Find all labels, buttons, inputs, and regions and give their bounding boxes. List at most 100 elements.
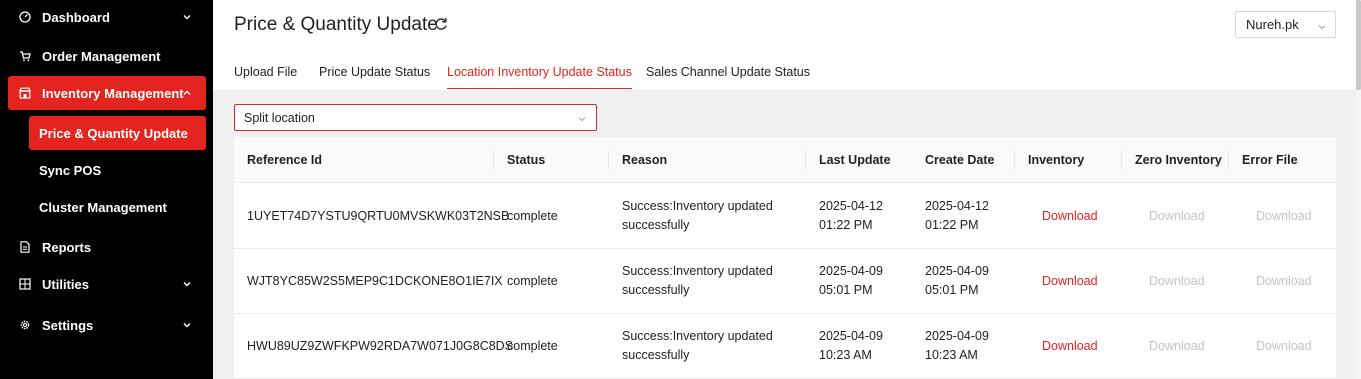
table-row: HWU89UZ9ZWFKPW92RDA7W071J0G8C8DS complet… bbox=[234, 314, 1336, 379]
reason-line: successfully bbox=[622, 348, 690, 362]
refresh-icon[interactable] bbox=[433, 16, 449, 32]
column-divider bbox=[493, 150, 494, 170]
sidebar-item-label: Dashboard bbox=[42, 9, 110, 25]
reference-id-cell: HWU89UZ9ZWFKPW92RDA7W071J0G8C8DS bbox=[247, 338, 514, 353]
last-update-cell: 2025-04-09 10:23 AM bbox=[819, 314, 883, 378]
sidebar-subitem-label: Price & Quantity Update bbox=[39, 125, 188, 141]
sidebar-subitem-cluster-management[interactable]: Cluster Management bbox=[29, 190, 206, 224]
store-icon bbox=[19, 87, 31, 99]
column-header-last-update: Last Update bbox=[819, 153, 891, 167]
reason-line: Success:Inventory updated bbox=[622, 199, 773, 213]
location-type-value: Split location bbox=[244, 110, 315, 125]
create-date-time: 10:23 AM bbox=[925, 348, 978, 362]
sidebar-item-order-management[interactable]: Order Management bbox=[8, 39, 206, 73]
create-date-date: 2025-04-09 bbox=[925, 329, 989, 343]
create-date-time: 05:01 PM bbox=[925, 283, 979, 297]
sidebar-item-settings[interactable]: Settings bbox=[8, 308, 206, 342]
inventory-download-link[interactable]: Download bbox=[1042, 207, 1098, 226]
page-title: Price & Quantity Update bbox=[234, 14, 438, 35]
zero-inventory-cell: Download bbox=[1149, 249, 1205, 313]
status-cell: complete bbox=[507, 338, 558, 353]
table-row: WJT8YC85W2S5MEP9C1DCKONE8O1IE7IX complet… bbox=[234, 249, 1336, 314]
scrollbar-thumb[interactable] bbox=[1356, 0, 1361, 90]
create-date-cell: 2025-04-09 10:23 AM bbox=[925, 314, 989, 378]
document-icon bbox=[19, 241, 31, 253]
sidebar-item-label: Utilities bbox=[42, 276, 89, 292]
sidebar: Dashboard Order Management Inventory Man… bbox=[0, 0, 213, 379]
column-divider bbox=[805, 150, 806, 170]
last-update-date: 2025-04-09 bbox=[819, 264, 883, 278]
tab-sales-channel-update-status[interactable]: Sales Channel Update Status bbox=[646, 58, 810, 89]
dashboard-icon bbox=[19, 11, 31, 23]
sidebar-subitem-sync-pos[interactable]: Sync POS bbox=[29, 153, 206, 187]
zero-inventory-cell: Download bbox=[1149, 314, 1205, 378]
sidebar-item-dashboard[interactable]: Dashboard bbox=[8, 0, 206, 34]
inventory-download-link[interactable]: Download bbox=[1042, 337, 1098, 356]
column-header-error-file: Error File bbox=[1242, 153, 1298, 167]
last-update-date: 2025-04-09 bbox=[819, 329, 883, 343]
tab-price-update-status[interactable]: Price Update Status bbox=[319, 58, 430, 89]
chevron-down-icon bbox=[182, 12, 192, 22]
sidebar-item-label: Settings bbox=[42, 317, 94, 333]
chevron-down-icon bbox=[1317, 20, 1327, 30]
error-file-download-link: Download bbox=[1256, 338, 1312, 353]
error-file-download-link: Download bbox=[1256, 208, 1312, 223]
tab-label: Location Inventory Update Status bbox=[447, 65, 632, 79]
last-update-time: 05:01 PM bbox=[819, 283, 873, 297]
last-update-cell: 2025-04-12 01:22 PM bbox=[819, 184, 883, 248]
inventory-download-link[interactable]: Download bbox=[1042, 272, 1098, 291]
column-divider bbox=[1228, 150, 1229, 170]
inventory-cell: Download bbox=[1042, 249, 1098, 313]
sidebar-item-label: Order Management bbox=[42, 48, 161, 64]
tab-upload-file[interactable]: Upload File bbox=[234, 58, 297, 89]
reason-line: Success:Inventory updated bbox=[622, 264, 773, 278]
table-row: 1UYET74D7YSTU9QRTU0MVSKWK03T2NSB complet… bbox=[234, 184, 1336, 249]
chevron-down-icon bbox=[182, 279, 192, 289]
error-file-cell: Download bbox=[1256, 249, 1312, 313]
sidebar-item-inventory-management[interactable]: Inventory Management bbox=[8, 76, 206, 110]
create-date-cell: 2025-04-09 05:01 PM bbox=[925, 249, 989, 313]
sidebar-subitem-label: Sync POS bbox=[39, 162, 102, 178]
reason-cell: Success:Inventory updated successfully bbox=[622, 314, 773, 378]
tab-label: Upload File bbox=[234, 65, 298, 79]
reason-line: successfully bbox=[622, 283, 690, 297]
sidebar-item-label: Inventory Management bbox=[42, 85, 184, 101]
zero-inventory-download-link: Download bbox=[1149, 208, 1205, 223]
create-date-date: 2025-04-12 bbox=[925, 199, 989, 213]
grid-icon bbox=[19, 278, 31, 290]
main-content: Price & Quantity Update Nureh.pk Upload … bbox=[213, 0, 1356, 379]
last-update-time: 01:22 PM bbox=[819, 218, 873, 232]
tab-label: Price Update Status bbox=[319, 65, 431, 79]
create-date-date: 2025-04-09 bbox=[925, 264, 989, 278]
column-header-reference-id: Reference Id bbox=[247, 153, 323, 167]
reference-id-cell: 1UYET74D7YSTU9QRTU0MVSKWK03T2NSB bbox=[247, 208, 510, 223]
create-date-time: 01:22 PM bbox=[925, 218, 979, 232]
column-header-status: Status bbox=[507, 153, 546, 167]
column-divider bbox=[1014, 150, 1015, 170]
zero-inventory-cell: Download bbox=[1149, 184, 1205, 248]
tab-label: Sales Channel Update Status bbox=[646, 65, 810, 79]
sidebar-item-reports[interactable]: Reports bbox=[8, 230, 206, 264]
sidebar-item-utilities[interactable]: Utilities bbox=[8, 267, 206, 301]
location-type-select[interactable]: Split location bbox=[234, 104, 597, 131]
page-scrollbar[interactable] bbox=[1356, 0, 1361, 379]
store-select[interactable]: Nureh.pk bbox=[1235, 11, 1336, 38]
chevron-up-icon bbox=[182, 88, 192, 98]
reason-line: successfully bbox=[622, 218, 690, 232]
column-header-zero-inventory: Zero Inventory bbox=[1135, 153, 1222, 167]
reason-cell: Success:Inventory updated successfully bbox=[622, 184, 773, 248]
page-header: Price & Quantity Update Nureh.pk Upload … bbox=[213, 0, 1356, 90]
tab-location-inventory-update-status[interactable]: Location Inventory Update Status bbox=[447, 58, 632, 89]
zero-inventory-download-link: Download bbox=[1149, 338, 1205, 353]
inventory-update-table: Reference Id Status Reason Last Update C… bbox=[234, 137, 1336, 379]
column-divider bbox=[1121, 150, 1122, 170]
create-date-cell: 2025-04-12 01:22 PM bbox=[925, 184, 989, 248]
sidebar-subitem-price-quantity-update[interactable]: Price & Quantity Update bbox=[29, 116, 206, 150]
sidebar-subitem-label: Cluster Management bbox=[39, 199, 167, 215]
zero-inventory-download-link: Download bbox=[1149, 273, 1205, 288]
inventory-cell: Download bbox=[1042, 314, 1098, 378]
last-update-cell: 2025-04-09 05:01 PM bbox=[819, 249, 883, 313]
sidebar-item-label: Reports bbox=[42, 239, 92, 255]
last-update-date: 2025-04-12 bbox=[819, 199, 883, 213]
error-file-cell: Download bbox=[1256, 184, 1312, 248]
